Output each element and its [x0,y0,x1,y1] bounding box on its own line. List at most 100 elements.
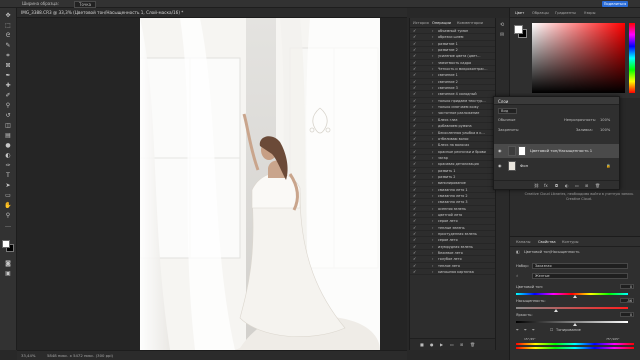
check-icon[interactable]: ✓ [413,180,416,186]
record-icon[interactable]: ● [430,342,434,347]
expand-arrow-icon[interactable]: › [432,161,433,167]
expand-arrow-icon[interactable]: › [432,117,433,123]
new-group-icon[interactable]: ▭ [575,183,579,188]
expand-arrow-icon[interactable]: › [432,104,433,110]
layer-mask-thumbnail[interactable] [518,146,526,156]
move-tool-icon[interactable]: ✥ [4,12,12,20]
zoom-level[interactable]: 33,44% [21,353,35,358]
check-icon[interactable]: ✓ [413,199,416,205]
check-icon[interactable]: ✓ [413,47,416,53]
expand-arrow-icon[interactable]: › [432,85,433,91]
check-icon[interactable]: ✓ [413,136,416,142]
expand-arrow-icon[interactable]: › [432,149,433,155]
hue-slider[interactable] [629,23,635,93]
zoom-tool-icon[interactable]: ⚲ [4,212,12,220]
expand-arrow-icon[interactable]: › [432,256,433,262]
expand-arrow-icon[interactable]: › [432,79,433,85]
expand-arrow-icon[interactable]: › [432,212,433,218]
type-tool-icon[interactable]: T [4,172,12,180]
check-icon[interactable]: ✓ [413,168,416,174]
layer-style-icon[interactable]: fx [544,183,548,188]
color-field[interactable] [532,23,625,93]
frame-tool-icon[interactable]: ⊠ [4,62,12,70]
expand-arrow-icon[interactable]: › [432,155,433,161]
check-icon[interactable]: ✓ [413,123,416,129]
hue-slider-track[interactable] [516,293,628,295]
expand-arrow-icon[interactable]: › [432,142,433,148]
lightness-slider-track[interactable] [516,321,628,323]
check-icon[interactable]: ✓ [413,212,416,218]
check-icon[interactable]: ✓ [413,66,416,72]
fill-value[interactable]: 100% [600,128,610,132]
check-icon[interactable]: ✓ [413,250,416,256]
delete-layer-icon[interactable]: 🗑 [595,183,600,188]
check-icon[interactable]: ✓ [413,34,416,40]
check-icon[interactable]: ✓ [413,244,416,250]
saturation-value[interactable]: -56 [620,298,634,303]
expand-arrow-icon[interactable]: › [432,72,433,78]
tab-swatches[interactable]: Образцы [532,11,549,15]
stop-icon[interactable]: ■ [420,342,424,347]
blur-tool-icon[interactable]: ● [4,142,12,150]
expand-arrow-icon[interactable]: › [432,206,433,212]
check-icon[interactable]: ✓ [413,206,416,212]
opacity-value[interactable]: 100% [600,118,610,122]
marquee-tool-icon[interactable]: ⬚ [4,22,12,30]
check-icon[interactable]: ✓ [413,130,416,136]
check-icon[interactable]: ✓ [413,149,416,155]
rectangle-tool-icon[interactable]: ▭ [4,192,12,200]
gradient-tool-icon[interactable]: ▤ [4,132,12,140]
preset-dropdown[interactable]: Заказная [532,263,628,269]
expand-arrow-icon[interactable]: › [432,130,433,136]
layer-row[interactable]: ◉ Фон 🔒 [494,159,619,173]
healing-brush-tool-icon[interactable]: ✚ [4,82,12,90]
lightness-slider-knob[interactable] [573,323,577,326]
color-panel-foreground-swatch[interactable] [514,25,523,34]
visibility-eye-icon[interactable]: ◉ [498,148,502,153]
new-action-icon[interactable]: ⊞ [460,342,463,347]
brush-tool-icon[interactable]: ✐ [4,92,12,100]
quick-select-tool-icon[interactable]: ✎ [4,42,12,50]
pen-tool-icon[interactable]: ✑ [4,162,12,170]
new-adjustment-icon[interactable]: ◐ [565,183,569,188]
check-icon[interactable]: ✓ [413,110,416,116]
dodge-tool-icon[interactable]: ◐ [4,152,12,160]
clone-stamp-tool-icon[interactable]: ⚲ [4,102,12,110]
lasso-tool-icon[interactable]: ᘓ [4,32,12,40]
expand-arrow-icon[interactable]: › [432,187,433,193]
expand-arrow-icon[interactable]: › [432,250,433,256]
new-layer-icon[interactable]: ⊞ [585,183,588,188]
screen-mode-icon[interactable]: ▣ [4,270,12,278]
tab-color[interactable]: Цвет [515,11,524,15]
lightness-value[interactable]: 0 [620,312,634,317]
tab-paths[interactable]: Контуры [562,240,578,244]
tab-history[interactable]: История [413,21,429,25]
tab-channels[interactable]: Каналы [516,240,530,244]
expand-arrow-icon[interactable]: › [432,199,433,205]
action-row[interactable]: ✓ › киношная картинка [410,269,496,276]
layer-row[interactable]: ◉ Цветовой тон/Насыщенность 1 [494,144,619,158]
expand-arrow-icon[interactable]: › [432,180,433,186]
eyedropper-icon[interactable]: ✒ [516,328,519,332]
check-icon[interactable]: ✓ [413,237,416,243]
check-icon[interactable]: ✓ [413,85,416,91]
expand-arrow-icon[interactable]: › [432,98,433,104]
check-icon[interactable]: ✓ [413,231,416,237]
expand-arrow-icon[interactable]: › [432,225,433,231]
crop-tool-icon[interactable]: ⌗ [4,52,12,60]
expand-arrow-icon[interactable]: › [432,231,433,237]
link-layers-icon[interactable]: ⛓ [534,183,539,188]
more-tools-icon[interactable]: … [4,222,12,230]
target-adjust-icon[interactable]: ☝ [516,274,518,278]
history-brush-tool-icon[interactable]: ↺ [4,112,12,120]
blend-mode-dropdown[interactable]: Обычные [498,118,515,122]
check-icon[interactable]: ✓ [413,225,416,231]
channel-dropdown[interactable]: Желтые [532,273,628,279]
expand-arrow-icon[interactable]: › [432,47,433,53]
history-panel-icon[interactable]: ⟲ [500,22,504,28]
check-icon[interactable]: ✓ [413,41,416,47]
expand-arrow-icon[interactable]: › [432,28,433,34]
expand-arrow-icon[interactable]: › [432,174,433,180]
play-icon[interactable]: ▶ [440,342,443,347]
tab-actions[interactable]: Операции [432,21,451,25]
